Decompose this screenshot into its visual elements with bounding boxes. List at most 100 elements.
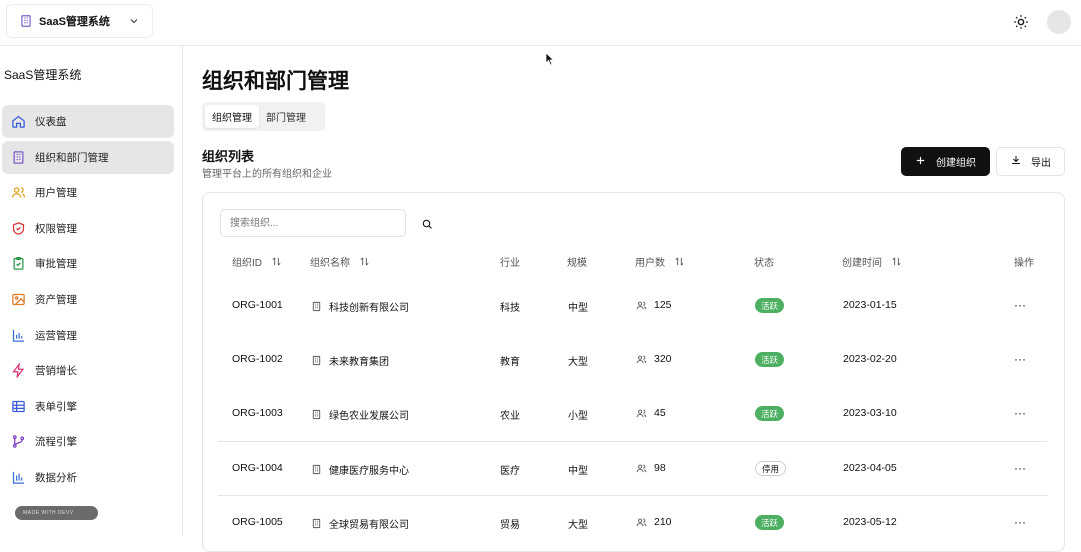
- sidebar-item-permissions[interactable]: 权限管理: [2, 212, 174, 245]
- column-header-id[interactable]: 组织ID: [232, 254, 282, 269]
- more-actions-button[interactable]: ···: [1014, 515, 1026, 529]
- table-row[interactable]: ORG-1004 健康医疗服务中心 医疗 中型 98 停用 2023-04-05…: [218, 441, 1047, 495]
- org-name-label: 全球贸易有限公司: [329, 520, 409, 531]
- sidebar-title: SaaS管理系统: [4, 68, 82, 82]
- sidebar-item-label: 权限管理: [35, 222, 77, 235]
- column-header-label: 操作: [1014, 258, 1034, 269]
- app-switcher-label: SaaS管理系统: [39, 16, 110, 28]
- org-id: ORG-1002: [232, 353, 283, 365]
- sidebar-item-operations[interactable]: 运营管理: [2, 319, 174, 352]
- users-icon: [636, 463, 647, 474]
- made-with-badge[interactable]: MADE WITH DEVV: [15, 506, 98, 520]
- building-icon: [311, 518, 322, 529]
- lightning-icon: [11, 363, 26, 379]
- org-name[interactable]: 科技创新有限公司: [311, 299, 409, 314]
- more-actions-button[interactable]: ···: [1014, 406, 1026, 420]
- app-switcher[interactable]: SaaS管理系统: [6, 4, 153, 38]
- sidebar-item-form-engine[interactable]: 表单引擎: [2, 390, 174, 423]
- org-created: 2023-04-05: [843, 462, 897, 474]
- building-icon: [19, 14, 33, 28]
- avatar[interactable]: [1047, 10, 1071, 34]
- users-icon: [636, 354, 647, 365]
- building-icon: [11, 150, 26, 165]
- org-name[interactable]: 全球贸易有限公司: [311, 516, 409, 531]
- sidebar-item-assets[interactable]: 资产管理: [2, 283, 174, 316]
- more-actions-button[interactable]: ···: [1014, 298, 1026, 312]
- sidebar-item-approval[interactable]: 审批管理: [2, 247, 174, 280]
- sidebar-item-users[interactable]: 用户管理: [2, 176, 174, 209]
- users-icon: [636, 300, 647, 311]
- top-bar: SaaS管理系统: [0, 0, 1081, 46]
- sidebar-item-flow-engine[interactable]: 流程引擎: [2, 425, 174, 458]
- bar-chart-icon: [11, 328, 26, 343]
- org-name-label: 绿色农业发展公司: [329, 411, 409, 422]
- status-badge: 停用: [755, 461, 787, 476]
- users-icon: [636, 408, 647, 419]
- home-icon: [11, 114, 26, 129]
- building-icon: [311, 301, 322, 312]
- org-name[interactable]: 未来教育集团: [311, 353, 389, 368]
- search-icon[interactable]: [421, 217, 433, 229]
- column-header-label: 创建时间: [842, 258, 882, 269]
- org-name-label: 未来教育集团: [329, 357, 389, 368]
- section-description: 管理平台上的所有组织和企业: [202, 169, 332, 180]
- column-header-label: 用户数: [635, 258, 665, 269]
- create-organization-button[interactable]: 创建组织: [901, 147, 990, 176]
- org-size: 大型: [568, 520, 588, 531]
- search-input[interactable]: [220, 209, 406, 237]
- sidebar-item-label: 流程引擎: [35, 436, 77, 449]
- table-row[interactable]: ORG-1003 绿色农业发展公司 农业 小型 45 活跃 2023-03-10…: [218, 387, 1047, 441]
- column-header-created[interactable]: 创建时间: [842, 254, 902, 269]
- tab-organizations[interactable]: 组织管理: [205, 105, 259, 128]
- org-users-count: 320: [654, 353, 672, 365]
- column-header-name[interactable]: 组织名称: [310, 254, 370, 269]
- org-created: 2023-05-12: [843, 516, 897, 528]
- org-industry: 农业: [500, 411, 520, 422]
- page-title: 组织和部门管理: [202, 70, 349, 93]
- sort-icon[interactable]: [891, 256, 902, 267]
- tab-departments[interactable]: 部门管理: [259, 105, 313, 128]
- sidebar: SaaS管理系统 仪表盘 组织和部门管理 用户管理 权限管理 审批管理 资产管理: [0, 46, 183, 536]
- org-industry: 教育: [500, 357, 520, 368]
- org-users: 98: [636, 462, 666, 474]
- sort-icon[interactable]: [271, 256, 282, 267]
- sidebar-item-label: 营销增长: [35, 365, 77, 378]
- column-header-status: 状态: [754, 254, 774, 269]
- org-size: 大型: [568, 357, 588, 368]
- column-header-label: 组织名称: [310, 258, 350, 269]
- status-badge: 活跃: [755, 298, 785, 313]
- column-header-label: 状态: [754, 258, 774, 269]
- export-label: 导出: [1031, 158, 1051, 169]
- sort-icon[interactable]: [359, 256, 370, 267]
- main-content: 组织和部门管理 组织管理 部门管理 组织列表 管理平台上的所有组织和企业 创建组…: [183, 46, 1081, 552]
- org-size: 小型: [568, 411, 588, 422]
- org-id: ORG-1005: [232, 516, 283, 528]
- sidebar-item-label: 数据分析: [35, 471, 77, 484]
- org-users-count: 45: [654, 407, 666, 419]
- column-header-users[interactable]: 用户数: [635, 254, 685, 269]
- download-icon: [1010, 154, 1022, 169]
- table-row[interactable]: ORG-1002 未来教育集团 教育 大型 320 活跃 2023-02-20 …: [218, 333, 1047, 387]
- table-row[interactable]: ORG-1005 全球贸易有限公司 贸易 大型 210 活跃 2023-05-1…: [218, 495, 1047, 549]
- org-users-count: 125: [654, 299, 672, 311]
- org-name[interactable]: 健康医疗服务中心: [311, 462, 409, 477]
- more-actions-button[interactable]: ···: [1014, 461, 1026, 475]
- more-actions-button[interactable]: ···: [1014, 352, 1026, 366]
- org-industry: 科技: [500, 303, 520, 314]
- table-row[interactable]: ORG-1001 科技创新有限公司 科技 中型 125 活跃 2023-01-1…: [218, 279, 1047, 333]
- organization-table-card: 组织ID 组织名称 行业 规模 用户数 状态 创建时间 操作 ORG-100: [202, 192, 1065, 552]
- sidebar-item-marketing[interactable]: 营销增长: [2, 354, 174, 387]
- sidebar-item-org-dept[interactable]: 组织和部门管理: [2, 140, 174, 174]
- sort-icon[interactable]: [674, 256, 685, 267]
- export-button[interactable]: 导出: [996, 147, 1065, 176]
- sidebar-item-data-analysis[interactable]: 数据分析: [2, 461, 174, 494]
- sidebar-item-dashboard[interactable]: 仪表盘: [2, 105, 174, 138]
- create-organization-label: 创建组织: [936, 158, 976, 169]
- org-users: 320: [636, 353, 672, 365]
- status-badge: 活跃: [755, 406, 785, 421]
- org-name[interactable]: 绿色农业发展公司: [311, 407, 409, 422]
- org-size: 中型: [568, 303, 588, 314]
- sidebar-item-label: 资产管理: [35, 293, 77, 306]
- sun-icon[interactable]: [1012, 13, 1030, 31]
- status-badge: 活跃: [755, 352, 785, 367]
